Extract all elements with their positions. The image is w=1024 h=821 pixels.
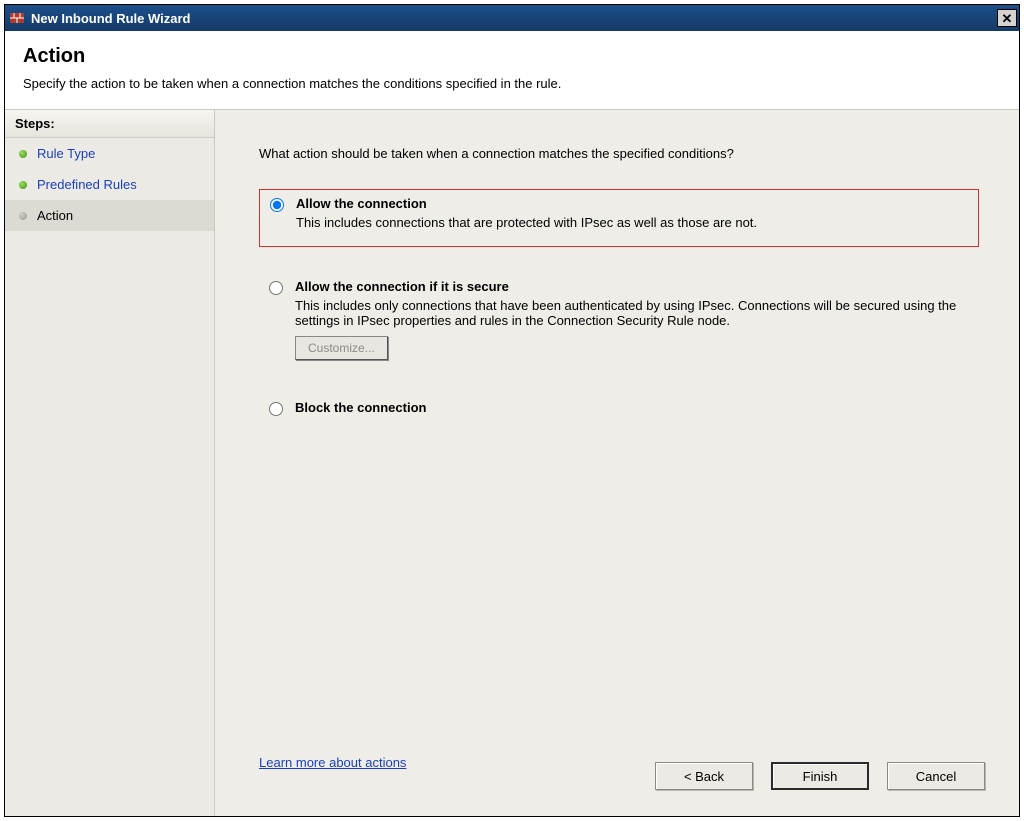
learn-more-link[interactable]: Learn more about actions (259, 755, 406, 770)
bullet-icon (19, 150, 27, 158)
step-predefined-rules[interactable]: Predefined Rules (5, 169, 214, 200)
customize-button: Customize... (295, 336, 388, 360)
wizard-header: Action Specify the action to be taken wh… (5, 31, 1019, 110)
option-allow-title: Allow the connection (296, 196, 970, 211)
back-button[interactable]: < Back (655, 762, 753, 790)
step-label: Rule Type (37, 146, 95, 161)
firewall-icon (9, 10, 25, 26)
radio-allow-secure[interactable] (269, 281, 283, 295)
wizard-window: New Inbound Rule Wizard ✕ Action Specify… (4, 4, 1020, 817)
radio-allow[interactable] (270, 198, 284, 212)
radio-block[interactable] (269, 402, 283, 416)
page-subtitle: Specify the action to be taken when a co… (23, 76, 1001, 91)
step-label: Action (37, 208, 73, 223)
window-title: New Inbound Rule Wizard (31, 11, 997, 26)
cancel-button[interactable]: Cancel (887, 762, 985, 790)
option-block[interactable]: Block the connection (259, 394, 979, 427)
question-text: What action should be taken when a conne… (259, 146, 979, 161)
option-allow-secure-desc: This includes only connections that have… (295, 298, 971, 328)
finish-button[interactable]: Finish (771, 762, 869, 790)
steps-sidebar: Steps: Rule Type Predefined Rules Action (5, 110, 215, 816)
steps-heading: Steps: (5, 110, 214, 138)
option-allow-secure-title: Allow the connection if it is secure (295, 279, 971, 294)
page-title: Action (23, 45, 1001, 68)
step-label: Predefined Rules (37, 177, 137, 192)
step-action[interactable]: Action (5, 200, 214, 231)
main-panel: What action should be taken when a conne… (215, 110, 1019, 816)
titlebar: New Inbound Rule Wizard ✕ (5, 5, 1019, 31)
close-button[interactable]: ✕ (997, 9, 1017, 27)
option-block-title: Block the connection (295, 400, 971, 415)
step-rule-type[interactable]: Rule Type (5, 138, 214, 169)
bullet-icon (19, 212, 27, 220)
option-allow-secure[interactable]: Allow the connection if it is secure Thi… (259, 273, 979, 368)
close-icon: ✕ (1002, 12, 1013, 25)
wizard-body: Steps: Rule Type Predefined Rules Action… (5, 110, 1019, 816)
wizard-buttons: < Back Finish Cancel (655, 762, 985, 790)
option-allow[interactable]: Allow the connection This includes conne… (259, 189, 979, 247)
option-allow-desc: This includes connections that are prote… (296, 215, 970, 230)
bullet-icon (19, 181, 27, 189)
options-group: Allow the connection This includes conne… (259, 189, 979, 427)
